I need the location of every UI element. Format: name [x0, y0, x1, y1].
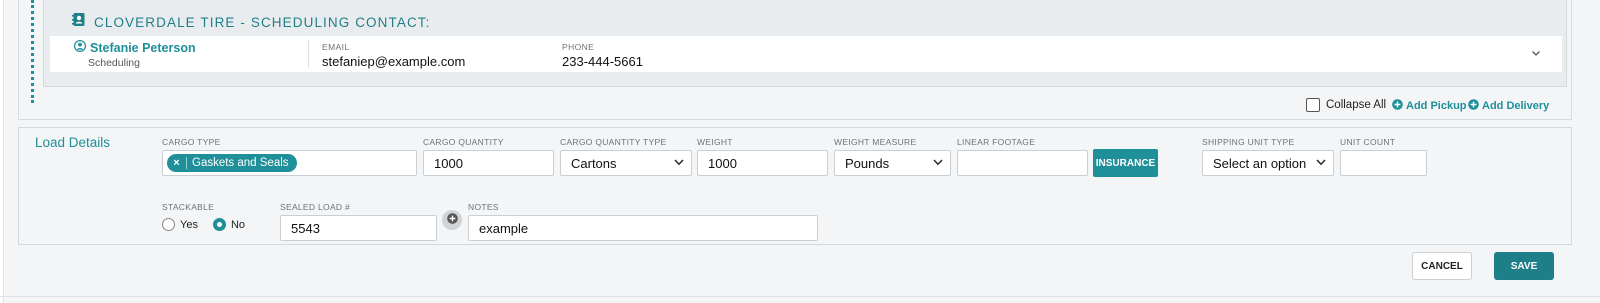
cargo-quantity-type-label: CARGO QUANTITY TYPE — [560, 137, 667, 147]
divider — [0, 296, 1600, 297]
collapse-all-control[interactable]: Collapse All — [1306, 98, 1386, 112]
collapse-all-label: Collapse All — [1326, 99, 1387, 111]
weight-measure-label: WEIGHT MEASURE — [834, 137, 917, 147]
chevron-down-icon — [1315, 156, 1327, 171]
phone-label: PHONE — [562, 42, 595, 52]
cancel-button[interactable]: CANCEL — [1412, 252, 1472, 280]
cargo-type-tag-label: Gaskets and Seals — [192, 157, 289, 169]
plus-circle-icon — [1468, 99, 1479, 113]
weight-input[interactable]: 1000 — [697, 150, 828, 176]
notes-input[interactable]: example — [468, 215, 818, 241]
stackable-radio-group: Yes No — [162, 218, 255, 231]
shipping-unit-type-select[interactable]: Select an option — [1202, 150, 1334, 176]
timeline-rail — [31, 0, 34, 103]
email-value: stefaniep@example.com — [322, 54, 466, 69]
cargo-quantity-type-select[interactable]: Cartons — [560, 150, 692, 176]
cargo-quantity-type-value: Cartons — [571, 155, 617, 171]
unit-count-input[interactable] — [1340, 150, 1427, 176]
close-icon[interactable]: × — [167, 157, 187, 169]
user-circle-icon — [73, 39, 87, 57]
shipping-unit-type-label: SHIPPING UNIT TYPE — [1202, 137, 1295, 147]
weight-measure-select[interactable]: Pounds — [834, 150, 951, 176]
unit-count-label: UNIT COUNT — [1340, 137, 1396, 147]
contact-card: CLOVERDALE TIRE - SCHEDULING CONTACT: St… — [43, 0, 1567, 87]
cargo-type-label: CARGO TYPE — [162, 137, 221, 147]
linear-footage-input[interactable] — [957, 150, 1088, 176]
notes-label: NOTES — [468, 202, 499, 212]
load-details-title: Load Details — [35, 135, 111, 150]
cargo-type-multiselect[interactable]: × Gaskets and Seals — [162, 150, 417, 176]
contact-role: Scheduling — [88, 57, 140, 69]
stackable-no-label: No — [230, 218, 246, 231]
contact-header: CLOVERDALE TIRE - SCHEDULING CONTACT: — [72, 12, 431, 32]
sealed-load-input[interactable]: 5543 — [280, 215, 437, 241]
contact-name[interactable]: Stefanie Peterson — [90, 41, 196, 55]
add-delivery-label: Add Delivery — [1482, 100, 1550, 112]
contact-name-group: Stefanie Peterson — [73, 39, 196, 57]
cargo-quantity-label: CARGO QUANTITY — [423, 137, 504, 147]
page-edge — [0, 0, 4, 303]
collapse-all-checkbox[interactable] — [1306, 98, 1320, 112]
chevron-down-icon — [932, 156, 944, 171]
weight-measure-value: Pounds — [845, 155, 890, 171]
linear-footage-label: LINEAR FOOTAGE — [957, 137, 1036, 147]
add-note-button[interactable] — [442, 210, 462, 230]
save-button[interactable]: SAVE — [1494, 252, 1554, 280]
phone-value: 233-444-5661 — [562, 54, 643, 69]
add-pickup-link[interactable]: Add Pickup — [1392, 99, 1467, 113]
add-pickup-label: Add Pickup — [1406, 100, 1467, 112]
divider — [308, 40, 309, 68]
cargo-quantity-input[interactable]: 1000 — [423, 150, 554, 176]
stackable-label: STACKABLE — [162, 202, 215, 212]
chevron-down-icon[interactable] — [1530, 46, 1542, 64]
sealed-load-label: SEALED LOAD # — [280, 202, 351, 212]
shipping-unit-type-value: Select an option — [1213, 155, 1307, 171]
contact-section-title: CLOVERDALE TIRE - SCHEDULING CONTACT: — [94, 14, 431, 30]
chevron-down-icon — [673, 156, 685, 171]
stackable-yes-label: Yes — [180, 218, 198, 231]
weight-label: WEIGHT — [697, 137, 733, 147]
address-book-icon — [72, 12, 86, 32]
contact-row[interactable]: Stefanie Peterson Scheduling EMAIL stefa… — [50, 36, 1562, 72]
cargo-type-tag: × Gaskets and Seals — [167, 154, 297, 172]
plus-circle-icon — [1392, 99, 1403, 113]
stackable-no-radio[interactable] — [212, 218, 226, 231]
load-details-panel: Load Details CARGO TYPE × Gaskets and Se… — [18, 127, 1572, 245]
plus-circle-icon — [446, 211, 458, 229]
insurance-button[interactable]: INSURANCE — [1093, 149, 1158, 177]
add-delivery-link[interactable]: Add Delivery — [1468, 99, 1549, 113]
stackable-yes-radio[interactable] — [162, 218, 175, 231]
email-label: EMAIL — [322, 42, 350, 52]
